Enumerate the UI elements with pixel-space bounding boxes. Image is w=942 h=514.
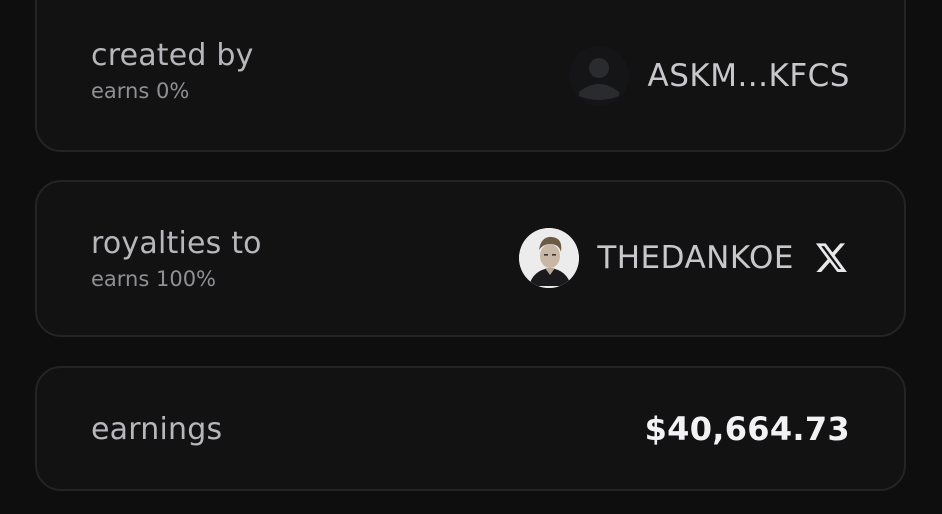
recipient-name[interactable]: THEDANKOE <box>597 240 794 276</box>
created-by-card: created by earns 0% ASKM...KFCS <box>35 0 906 152</box>
default-user-avatar-icon <box>569 46 630 106</box>
created-by-earns: earns 0% <box>91 79 190 103</box>
royalty-recipient[interactable]: THEDANKOE <box>519 228 850 288</box>
earnings-value-group: $40,664.73 <box>645 410 850 448</box>
creator-user[interactable]: ASKM...KFCS <box>569 46 850 106</box>
royalties-label-group: royalties to earns 100% <box>91 226 262 292</box>
profile-photo <box>519 228 580 288</box>
x-logo-icon[interactable] <box>814 240 850 276</box>
created-by-label: created by <box>91 38 254 73</box>
royalties-card: royalties to earns 100% THEDANKOE <box>35 180 906 337</box>
created-by-label-group: created by earns 0% <box>91 38 254 104</box>
earnings-value: $40,664.73 <box>644 410 850 448</box>
earnings-label-group: earnings <box>91 412 222 448</box>
royalties-label: royalties to <box>91 226 262 261</box>
royalties-earns: earns 100% <box>91 267 217 291</box>
creator-address[interactable]: ASKM...KFCS <box>647 58 850 94</box>
earnings-label: earnings <box>91 412 223 447</box>
earnings-card: earnings $40,664.73 <box>35 366 906 491</box>
